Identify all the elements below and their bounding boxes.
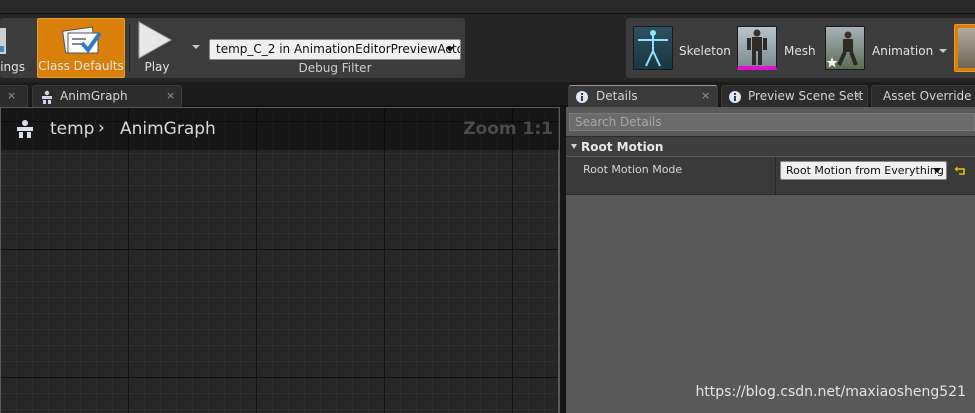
info-icon — [576, 91, 588, 103]
info-icon — [729, 91, 741, 103]
tab-preview-scene-settings[interactable]: Preview Scene Sett × — [721, 85, 868, 107]
tab-asset-override-label: Asset Override Ed — [883, 89, 975, 103]
class-settings-button[interactable]: ings — [0, 18, 32, 78]
close-icon[interactable]: × — [701, 89, 710, 102]
tab-partial-left[interactable]: × — [0, 85, 28, 107]
watermark-text: https://blog.csdn.net/maxiaosheng521 — [695, 384, 966, 400]
blueprint-mode-thumbnail — [958, 28, 975, 68]
animation-mode-label: Animation — [872, 44, 934, 58]
skeleton-mode-button[interactable] — [633, 26, 673, 70]
breadcrumb-current: AnimGraph — [120, 119, 216, 139]
details-panel: Search Details Root Motion Root Motion M… — [566, 107, 975, 413]
debug-filter-label: Debug Filter — [298, 61, 372, 75]
toolbar-left-group: ings Class Defaults Play temp_C_2 in Ani… — [0, 18, 465, 78]
debug-filter-value: temp_C_2 in AnimationEditorPreviewActor — [216, 42, 461, 56]
class-defaults-button[interactable]: Class Defaults — [37, 18, 125, 78]
breadcrumb-separator: › — [98, 118, 105, 138]
root-motion-mode-value: Root Motion from Everything — [786, 164, 944, 177]
animation-icon — [826, 31, 858, 68]
root-motion-mode-select[interactable]: Root Motion from Everything — [780, 161, 947, 180]
play-icon — [138, 21, 173, 59]
play-label: Play — [144, 60, 170, 74]
class-settings-label: ings — [0, 60, 25, 74]
skeleton-mode-label: Skeleton — [679, 44, 731, 58]
mesh-mode-button[interactable] — [737, 26, 777, 70]
settings-icon — [0, 28, 6, 54]
tab-preview-scene-label: Preview Scene Sett — [748, 89, 864, 103]
root-motion-category[interactable]: Root Motion — [566, 136, 975, 156]
tab-details[interactable]: Details × — [568, 85, 718, 107]
details-search-input[interactable]: Search Details — [569, 113, 975, 131]
play-options-chevron-icon[interactable] — [192, 45, 200, 49]
close-icon[interactable]: × — [853, 89, 862, 102]
debug-filter-select[interactable]: temp_C_2 in AnimationEditorPreviewActor — [209, 39, 461, 60]
animation-options-chevron-icon[interactable] — [939, 49, 947, 53]
graph-header: temp › AnimGraph Zoom 1:1 — [1, 108, 559, 150]
anim-graph-icon — [17, 120, 33, 138]
category-label: Root Motion — [581, 140, 664, 154]
reset-to-default-icon[interactable] — [954, 164, 966, 176]
anim-graph-canvas[interactable]: temp › AnimGraph Zoom 1:1 — [0, 107, 560, 413]
skeleton-icon — [638, 30, 668, 67]
tab-details-label: Details — [596, 89, 638, 103]
tab-asset-override-editor[interactable]: Asset Override Ed — [871, 85, 975, 107]
expand-arrow-icon[interactable] — [571, 144, 577, 149]
tab-animgraph[interactable]: AnimGraph × — [32, 85, 182, 107]
class-defaults-icon — [62, 26, 102, 54]
zoom-level: Zoom 1:1 — [463, 119, 553, 139]
graph-icon — [42, 90, 52, 104]
tab-animgraph-label: AnimGraph — [60, 89, 128, 103]
window-top-strip — [0, 0, 975, 14]
toolbar-separator — [129, 24, 130, 72]
property-name: Root Motion Mode — [583, 163, 683, 176]
details-body: Root Motion Root Motion Mode Root Motion… — [566, 135, 975, 413]
class-defaults-label: Class Defaults — [38, 59, 124, 73]
mesh-icon — [747, 29, 767, 65]
mesh-mode-label: Mesh — [784, 44, 816, 58]
editor-mode-group: Skeleton Mesh Animation — [626, 18, 975, 78]
chevron-down-icon — [933, 168, 941, 173]
close-icon[interactable]: × — [7, 89, 16, 102]
chevron-down-icon — [446, 47, 454, 52]
close-icon[interactable]: × — [166, 89, 175, 102]
play-button[interactable]: Play — [133, 18, 181, 78]
root-motion-mode-row: Root Motion Mode Root Motion from Everyt… — [566, 157, 975, 195]
breadcrumb-root[interactable]: temp — [50, 119, 94, 139]
toolbar: ings Class Defaults Play temp_C_2 in Ani… — [0, 14, 975, 82]
blueprint-mode-button[interactable] — [954, 24, 975, 72]
tab-row: × AnimGraph × Details × Preview Scene Se… — [0, 82, 975, 107]
animation-mode-button[interactable] — [825, 26, 865, 70]
property-divider[interactable] — [775, 157, 776, 195]
